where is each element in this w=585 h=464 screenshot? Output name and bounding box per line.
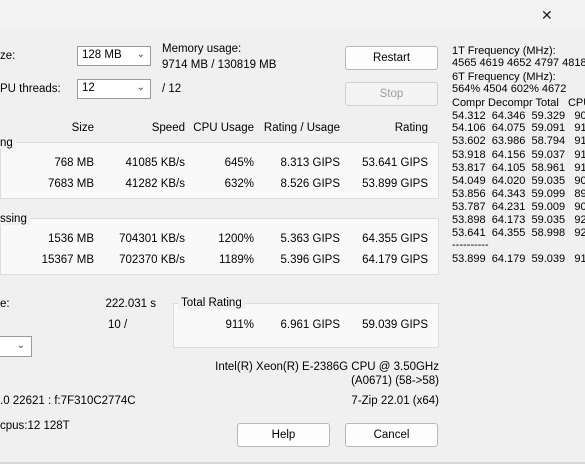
cell-rating-usage: 8.526 GIPS	[280, 178, 340, 190]
cell-size: 1536 MB	[47, 233, 94, 245]
total-cpu: 911%	[225, 319, 254, 331]
result-row: 53.898 64.173 59.035 92	[452, 214, 585, 226]
cell-speed: 41085 KB/s	[125, 157, 185, 169]
compressing-group	[0, 142, 439, 199]
result-row: 53.817 64.105 58.961 91	[452, 162, 585, 174]
freq-1t-label: 1T Frequency (MHz):	[452, 45, 556, 57]
result-row: 53.641 64.355 58.998 92	[452, 227, 585, 239]
cell-size: 768 MB	[54, 157, 94, 169]
freq-6t-label: 6T Frequency (MHz):	[452, 71, 556, 83]
memory-value: 9714 MB / 130819 MB	[162, 59, 277, 71]
result-row: 53.856 64.343 59.099 89	[452, 188, 585, 200]
cell-rating-usage: 5.363 GIPS	[280, 233, 340, 245]
result-row: 53.602 63.986 58.794 91	[452, 135, 585, 147]
cell-cpu: 1200%	[218, 233, 254, 245]
freq-1t-values: 4565 4619 4652 4797 4818	[452, 57, 585, 69]
threads-total: / 12	[162, 83, 182, 95]
cell-rating-usage: 8.313 GIPS	[280, 157, 340, 169]
chevron-down-icon: ⌄	[136, 49, 145, 60]
col-rating: Rating	[394, 122, 428, 134]
chevron-down-icon: ⌄	[16, 340, 25, 351]
result-total-row: 53.899 64.179 59.039 91	[452, 253, 585, 265]
result-row: 54.312 64.346 59.329 90	[452, 110, 585, 122]
chevron-down-icon: ⌄	[136, 82, 145, 93]
results-separator: ----------	[452, 239, 489, 251]
compressing-label: ng	[0, 137, 16, 149]
total-rating-usage: 6.961 GIPS	[280, 319, 340, 331]
threads-label: PU threads:	[0, 83, 61, 95]
cpus-info: cpus:12 128T	[0, 420, 70, 432]
cpu-id: (A0671) (58->58)	[351, 375, 439, 387]
version-info: 7-Zip 22.01 (x64)	[351, 395, 439, 407]
decompressing-group	[0, 218, 439, 275]
cell-rating-usage: 5.396 GIPS	[280, 254, 340, 266]
col-cpu-usage: CPU Usage	[193, 122, 254, 134]
cell-speed: 702370 KB/s	[119, 254, 185, 266]
dict-size-value: 128 MB	[82, 49, 122, 61]
col-rating-usage: Rating / Usage	[263, 122, 340, 134]
col-size: Size	[71, 122, 94, 134]
result-row: 54.049 64.020 59.035 90	[452, 175, 585, 187]
results-header: Compr Decompr Total CPU	[452, 97, 585, 109]
total-rating: 59.039 GIPS	[362, 319, 428, 331]
cell-rating: 64.179 GIPS	[362, 254, 428, 266]
cell-cpu: 632%	[224, 178, 254, 190]
help-button[interactable]: Help	[237, 423, 330, 447]
dict-size-select[interactable]: 128 MB ⌄	[77, 46, 151, 66]
elapsed-label: e:	[0, 298, 10, 310]
cell-speed: 41282 KB/s	[125, 178, 185, 190]
total-rating-label: Total Rating	[178, 297, 245, 309]
close-icon[interactable]: ✕	[541, 7, 553, 24]
cell-rating: 53.899 GIPS	[362, 178, 428, 190]
threads-select[interactable]: 12 ⌄	[77, 79, 151, 99]
cell-size: 15367 MB	[41, 254, 94, 266]
elapsed-value: 222.031 s	[105, 298, 156, 310]
cpu-name: Intel(R) Xeon(R) E-2386G CPU @ 3.50GHz	[215, 361, 439, 373]
decompressing-label: ssing	[0, 213, 30, 225]
title-bar: ✕	[0, 0, 585, 30]
cell-size: 7683 MB	[47, 178, 94, 190]
threads-value: 12	[82, 82, 95, 94]
memory-label: Memory usage:	[162, 43, 242, 55]
os-info: .0 22621 : f:7F310C2774C	[0, 395, 136, 407]
cell-rating: 64.355 GIPS	[362, 233, 428, 245]
cell-speed: 704301 KB/s	[119, 233, 185, 245]
col-speed: Speed	[151, 122, 185, 134]
result-row: 54.106 64.075 59.091 91	[452, 122, 585, 134]
cell-cpu: 645%	[224, 157, 254, 169]
result-row: 53.918 64.156 59.037 91	[452, 149, 585, 161]
restart-button[interactable]: Restart	[345, 46, 438, 70]
cell-rating: 53.641 GIPS	[362, 157, 428, 169]
result-row: 53.787 64.231 59.009 90	[452, 201, 585, 213]
dict-size-label: ze:	[0, 50, 16, 62]
passes-select[interactable]: ⌄	[0, 336, 32, 357]
cancel-button[interactable]: Cancel	[345, 423, 438, 447]
cell-cpu: 1189%	[219, 254, 254, 266]
freq-6t-values: 564% 4504 602% 4672	[452, 83, 567, 95]
stop-button[interactable]: Stop	[345, 82, 438, 106]
passes-value: 10 /	[108, 319, 128, 331]
